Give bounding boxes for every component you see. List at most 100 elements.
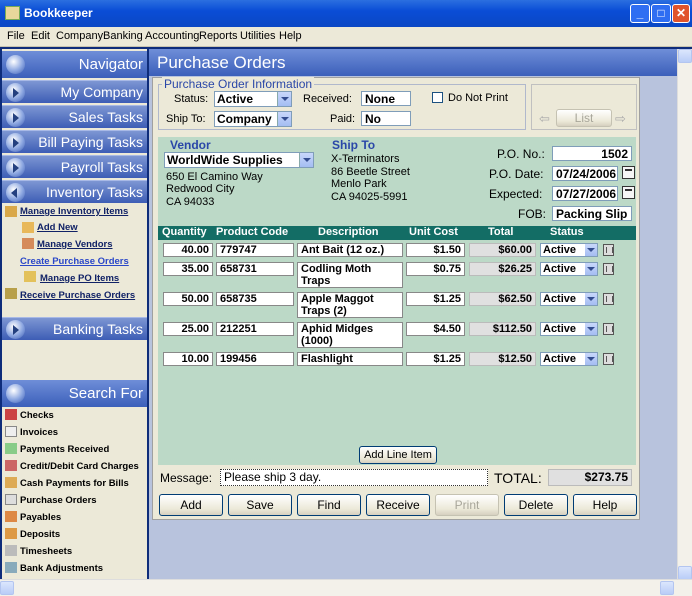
scroll-left-button[interactable] — [0, 581, 14, 595]
close-button[interactable]: ✕ — [672, 4, 690, 23]
search-payments-received[interactable]: Payments Received — [20, 444, 109, 455]
search-checks[interactable]: Checks — [20, 410, 54, 421]
desc-cell[interactable]: Apple Maggot Traps (2) — [297, 292, 403, 318]
col-description: Description — [318, 226, 379, 238]
desc-cell[interactable]: Aphid Midges (1000) — [297, 322, 403, 348]
desc-cell[interactable]: Ant Bait (12 oz.) — [297, 243, 403, 257]
receive-button[interactable]: Receive — [366, 494, 430, 516]
desc-cell[interactable]: Flashlight — [297, 352, 403, 366]
qty-cell[interactable]: 10.00 — [163, 352, 213, 366]
prev-arrow-icon[interactable]: ⇦ — [539, 111, 550, 127]
unit-cell[interactable]: $0.75 — [406, 262, 465, 276]
status-cell[interactable]: Active — [540, 292, 598, 306]
chevron-down-icon — [299, 153, 313, 167]
calendar-icon[interactable] — [622, 166, 635, 179]
timesheets-icon — [5, 545, 17, 556]
menu-help[interactable]: Help — [279, 30, 302, 42]
qty-cell[interactable]: 40.00 — [163, 243, 213, 257]
status-select[interactable]: Active — [214, 91, 292, 107]
status-cell[interactable]: Active — [540, 322, 598, 336]
search-timesheets[interactable]: Timesheets — [20, 546, 72, 557]
status-cell[interactable]: Active — [540, 352, 598, 366]
link-manage-vendors[interactable]: Manage Vendors — [37, 239, 113, 250]
qty-cell[interactable]: 50.00 — [163, 292, 213, 306]
code-cell[interactable]: 658735 — [216, 292, 294, 306]
status-cell[interactable]: Active — [540, 262, 598, 276]
shipto-select[interactable]: Company — [214, 111, 292, 127]
next-arrow-icon[interactable]: ⇨ — [615, 111, 626, 127]
code-cell[interactable]: 658731 — [216, 262, 294, 276]
search-purchase-orders[interactable]: Purchase Orders — [20, 495, 97, 506]
unit-cell[interactable]: $1.25 — [406, 352, 465, 366]
nav-banking-tasks[interactable]: Banking Tasks — [2, 317, 147, 340]
nav-sales-tasks[interactable]: Sales Tasks — [2, 105, 147, 128]
menu-company[interactable]: Company — [56, 30, 103, 42]
code-cell[interactable]: 199456 — [216, 352, 294, 366]
menu-utilities[interactable]: Utilities — [240, 30, 275, 42]
link-receive-purchase-orders[interactable]: Receive Purchase Orders — [20, 290, 135, 301]
expected-field[interactable]: 07/27/2006 — [552, 186, 618, 201]
status-cell[interactable]: Active — [540, 243, 598, 257]
cash-icon — [5, 477, 17, 488]
unit-cell[interactable]: $1.25 — [406, 292, 465, 306]
vertical-scrollbar[interactable] — [677, 49, 692, 581]
list-button[interactable]: List — [556, 109, 612, 127]
nav-my-company[interactable]: My Company — [2, 80, 147, 103]
delete-row-icon[interactable] — [603, 323, 614, 335]
unit-cell[interactable]: $4.50 — [406, 322, 465, 336]
horizontal-scrollbar[interactable] — [0, 579, 692, 596]
minimize-button[interactable]: _ — [630, 4, 650, 23]
help-button[interactable]: Help — [573, 494, 637, 516]
qty-cell[interactable]: 35.00 — [163, 262, 213, 276]
add-button[interactable]: Add — [159, 494, 223, 516]
delete-row-icon[interactable] — [603, 263, 614, 275]
do-not-print-checkbox[interactable] — [432, 92, 443, 103]
nav-payroll-tasks[interactable]: Payroll Tasks — [2, 155, 147, 178]
delete-button[interactable]: Delete — [504, 494, 568, 516]
scroll-up-button[interactable] — [678, 49, 692, 63]
do-not-print-label: Do Not Print — [448, 92, 508, 104]
find-button[interactable]: Find — [297, 494, 361, 516]
fob-field[interactable]: Packing Slip — [552, 206, 632, 221]
delete-row-icon[interactable] — [603, 293, 614, 305]
calendar-icon[interactable] — [622, 186, 635, 199]
delete-row-icon[interactable] — [603, 353, 614, 365]
code-cell[interactable]: 212251 — [216, 322, 294, 336]
search-invoices[interactable]: Invoices — [20, 427, 58, 438]
nav-bill-paying-tasks[interactable]: Bill Paying Tasks — [2, 130, 147, 153]
menu-file[interactable]: File — [7, 30, 25, 42]
link-create-purchase-orders[interactable]: Create Purchase Orders — [20, 256, 129, 267]
search-payables[interactable]: Payables — [20, 512, 61, 523]
code-cell[interactable]: 779747 — [216, 243, 294, 257]
po-date-field[interactable]: 07/24/2006 — [552, 166, 618, 181]
vendor-select[interactable]: WorldWide Supplies — [164, 152, 314, 168]
po-no-field[interactable]: 1502 — [552, 146, 632, 161]
status-label: Status: — [174, 93, 209, 105]
print-button[interactable]: Print — [435, 494, 499, 516]
search-bank-adjustments[interactable]: Bank Adjustments — [20, 563, 103, 574]
menu-banking[interactable]: Banking — [103, 30, 143, 42]
nav-inventory-tasks[interactable]: Inventory Tasks — [2, 180, 147, 203]
shipto-address1: 86 Beetle Street — [331, 166, 410, 178]
search-deposits[interactable]: Deposits — [20, 529, 60, 540]
menu-reports[interactable]: Reports — [199, 30, 238, 42]
link-manage-po-items[interactable]: Manage PO Items — [40, 273, 119, 284]
arrow-right-icon — [6, 83, 25, 102]
desc-cell[interactable]: Codling Moth Traps — [297, 262, 403, 288]
maximize-button[interactable]: □ — [651, 4, 671, 23]
unit-cell[interactable]: $1.50 — [406, 243, 465, 257]
search-cash-payments[interactable]: Cash Payments for Bills — [20, 478, 129, 489]
link-add-new[interactable]: Add New — [37, 222, 78, 233]
message-field[interactable]: Please ship 3 day. — [220, 469, 488, 486]
shipto-address3: CA 94025-5991 — [331, 191, 408, 203]
menu-accounting[interactable]: Accounting — [145, 30, 199, 42]
link-manage-inventory-items[interactable]: Manage Inventory Items — [20, 206, 128, 217]
menu-edit[interactable]: Edit — [31, 30, 50, 42]
delete-row-icon[interactable] — [603, 244, 614, 256]
scroll-right-button[interactable] — [660, 581, 674, 595]
qty-cell[interactable]: 25.00 — [163, 322, 213, 336]
save-button[interactable]: Save — [228, 494, 292, 516]
add-line-item-button[interactable]: Add Line Item — [359, 446, 437, 464]
search-card-charges[interactable]: Credit/Debit Card Charges — [20, 461, 139, 472]
scroll-down-button[interactable] — [678, 566, 692, 580]
